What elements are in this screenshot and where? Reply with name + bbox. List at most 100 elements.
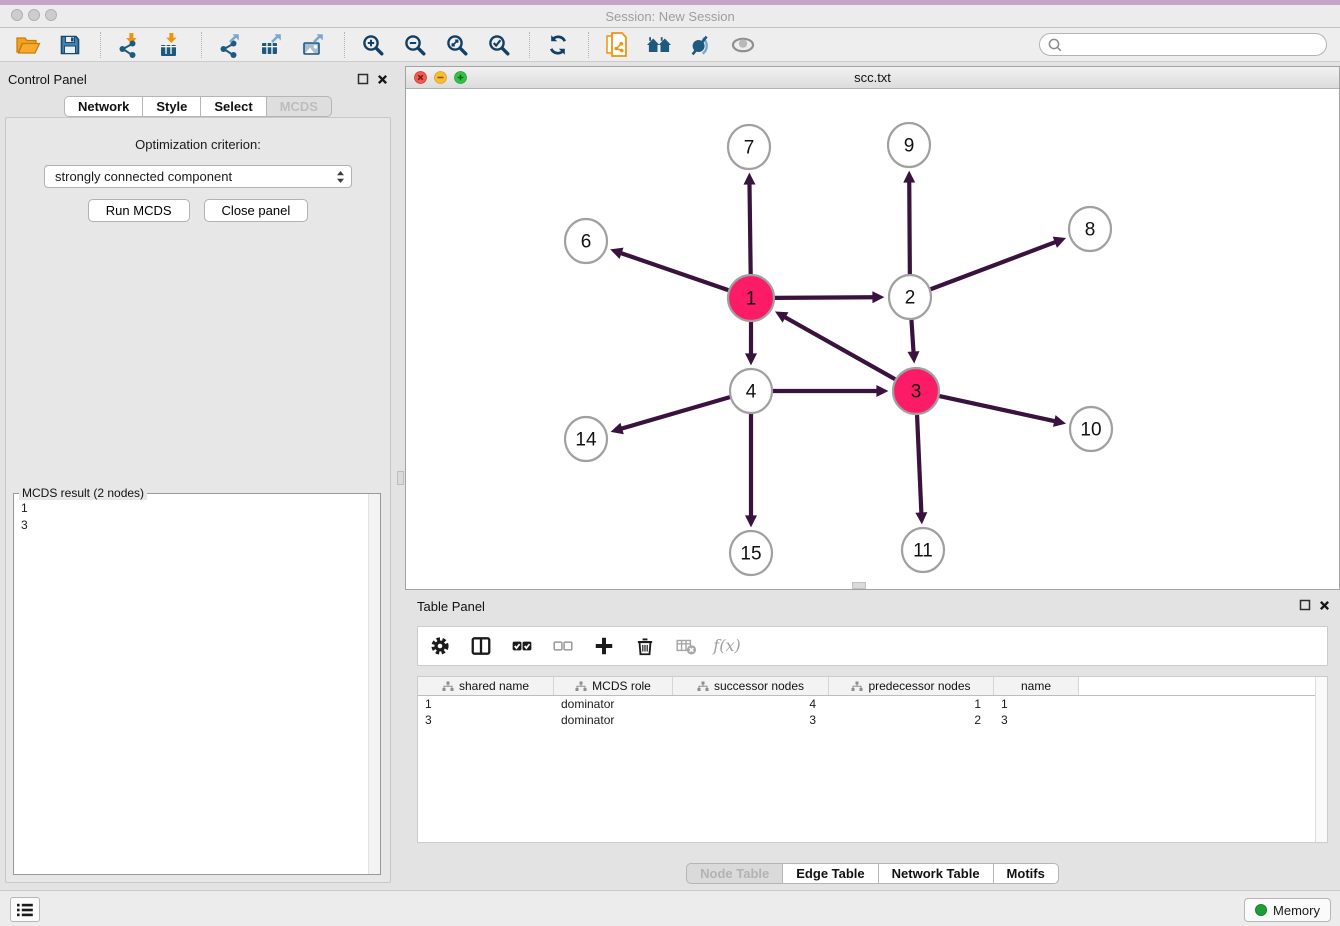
table-cell[interactable]: dominator: [554, 696, 673, 712]
edge-3-10[interactable]: [939, 396, 1054, 421]
memory-button[interactable]: Memory: [1244, 898, 1331, 922]
tab-edge-table[interactable]: Edge Table: [782, 863, 877, 884]
table-scrollbar[interactable]: [1315, 677, 1327, 842]
table-cell[interactable]: 4: [673, 696, 829, 712]
edge-1-7[interactable]: [749, 184, 750, 274]
table-cell[interactable]: 3: [994, 712, 1079, 728]
table-settings-button[interactable]: [428, 634, 452, 658]
tab-select[interactable]: Select: [200, 96, 265, 117]
edge-2-9[interactable]: [909, 182, 910, 275]
table-cell[interactable]: 3: [673, 712, 829, 728]
open-session-button[interactable]: [10, 30, 46, 60]
import-network-button[interactable]: [111, 30, 147, 60]
select-all-icon: [511, 635, 533, 657]
split-columns-button[interactable]: [469, 634, 493, 658]
node-4[interactable]: 4: [730, 369, 772, 413]
table-cell[interactable]: 1: [994, 696, 1079, 712]
select-all-button[interactable]: [510, 634, 534, 658]
table-cell[interactable]: 2: [829, 712, 994, 728]
import-table-button[interactable]: [153, 30, 189, 60]
node-8[interactable]: 8: [1069, 207, 1111, 251]
zoom-selected-button[interactable]: [481, 30, 517, 60]
delete-column-button[interactable]: [633, 634, 657, 658]
network-close-icon[interactable]: [414, 71, 427, 84]
panel-splitter-grip-bottom[interactable]: [852, 582, 866, 589]
zoom-in-button[interactable]: [355, 30, 391, 60]
deselect-all-button[interactable]: [551, 634, 575, 658]
table-header-row: shared name MCDS role successor nodesprede…: [418, 677, 1327, 696]
column-header-predecessor-nodes[interactable]: predecessor nodes: [829, 677, 994, 695]
export-image-button[interactable]: [296, 30, 332, 60]
table-cell[interactable]: 1: [418, 696, 554, 712]
network-window-titlebar[interactable]: scc.txt: [406, 67, 1339, 89]
edge-2-3[interactable]: [911, 319, 913, 352]
birds-eye-view-button[interactable]: [725, 30, 761, 60]
network-minimize-icon[interactable]: [434, 71, 447, 84]
edge-4-14[interactable]: [622, 397, 730, 429]
node-7[interactable]: 7: [728, 125, 770, 169]
column-header-shared-name[interactable]: shared name: [418, 677, 554, 695]
export-network-button[interactable]: [212, 30, 248, 60]
new-network-file-button[interactable]: [599, 30, 635, 60]
table-cell[interactable]: dominator: [554, 712, 673, 728]
node-9[interactable]: 9: [888, 123, 930, 167]
hide-details-icon: [689, 33, 713, 57]
close-panel-button[interactable]: Close panel: [204, 199, 309, 222]
memory-label: Memory: [1273, 903, 1320, 918]
tab-network-table[interactable]: Network Table: [878, 863, 993, 884]
search-input[interactable]: [1067, 38, 1319, 52]
column-header-filler: [1079, 677, 1327, 695]
search-box[interactable]: [1039, 33, 1327, 56]
zoom-fit-button[interactable]: [439, 30, 475, 60]
tab-node-table[interactable]: Node Table: [686, 863, 782, 884]
task-history-button[interactable]: [10, 897, 40, 922]
add-column-button[interactable]: [592, 634, 616, 658]
node-15[interactable]: 15: [730, 531, 772, 575]
network-maximize-icon[interactable]: [454, 71, 467, 84]
node-6[interactable]: 6: [565, 219, 607, 263]
window-titlebar: Session: New Session: [0, 0, 1340, 28]
column-header-successor-nodes[interactable]: successor nodes: [673, 677, 829, 695]
node-14[interactable]: 14: [565, 417, 607, 461]
memory-status-icon: [1255, 904, 1267, 916]
column-header-MCDS-role[interactable]: MCDS role: [554, 677, 673, 695]
criterion-dropdown[interactable]: strongly connected component: [44, 165, 352, 188]
table-row[interactable]: 1dominator411: [418, 696, 1327, 712]
result-scrollbar[interactable]: [368, 494, 380, 874]
tab-style[interactable]: Style: [142, 96, 200, 117]
export-table-button[interactable]: [254, 30, 290, 60]
edge-3-11[interactable]: [917, 415, 921, 513]
zoom-out-button[interactable]: [397, 30, 433, 60]
edge-1-6[interactable]: [621, 253, 728, 290]
tab-mcds[interactable]: MCDS: [266, 96, 332, 117]
close-panel-icon[interactable]: [377, 74, 388, 85]
hide-details-button[interactable]: [683, 30, 719, 60]
table-cell[interactable]: 3: [418, 712, 554, 728]
network-canvas[interactable]: 7 9 6 8 1 2 4 3 14 10 15 11: [406, 89, 1339, 589]
home-layout-button[interactable]: [641, 30, 677, 60]
column-label: MCDS role: [592, 679, 651, 693]
save-session-button[interactable]: [52, 30, 88, 60]
tab-network[interactable]: Network: [64, 96, 142, 117]
node-3[interactable]: 3: [893, 368, 939, 414]
node-11[interactable]: 11: [902, 528, 944, 572]
float-panel-icon[interactable]: [357, 73, 369, 85]
float-panel-icon[interactable]: [1299, 599, 1311, 611]
node-2[interactable]: 2: [889, 275, 931, 319]
node-1[interactable]: 1: [728, 275, 774, 321]
table-cell[interactable]: 1: [829, 696, 994, 712]
run-mcds-button[interactable]: Run MCDS: [88, 199, 190, 222]
edge-1-2[interactable]: [775, 297, 873, 298]
edge-3-1[interactable]: [785, 317, 895, 379]
panel-splitter-grip-left[interactable]: [397, 471, 404, 485]
zoom-out-icon: [403, 33, 427, 57]
svg-text:2: 2: [905, 288, 916, 309]
svg-text:15: 15: [740, 544, 761, 565]
close-panel-icon[interactable]: [1319, 600, 1330, 611]
column-header-name[interactable]: name: [994, 677, 1079, 695]
refresh-layout-button[interactable]: [540, 30, 576, 60]
table-row[interactable]: 3dominator323: [418, 712, 1327, 728]
tab-motifs[interactable]: Motifs: [993, 863, 1059, 884]
node-10[interactable]: 10: [1070, 407, 1112, 451]
edge-2-8[interactable]: [931, 242, 1056, 289]
